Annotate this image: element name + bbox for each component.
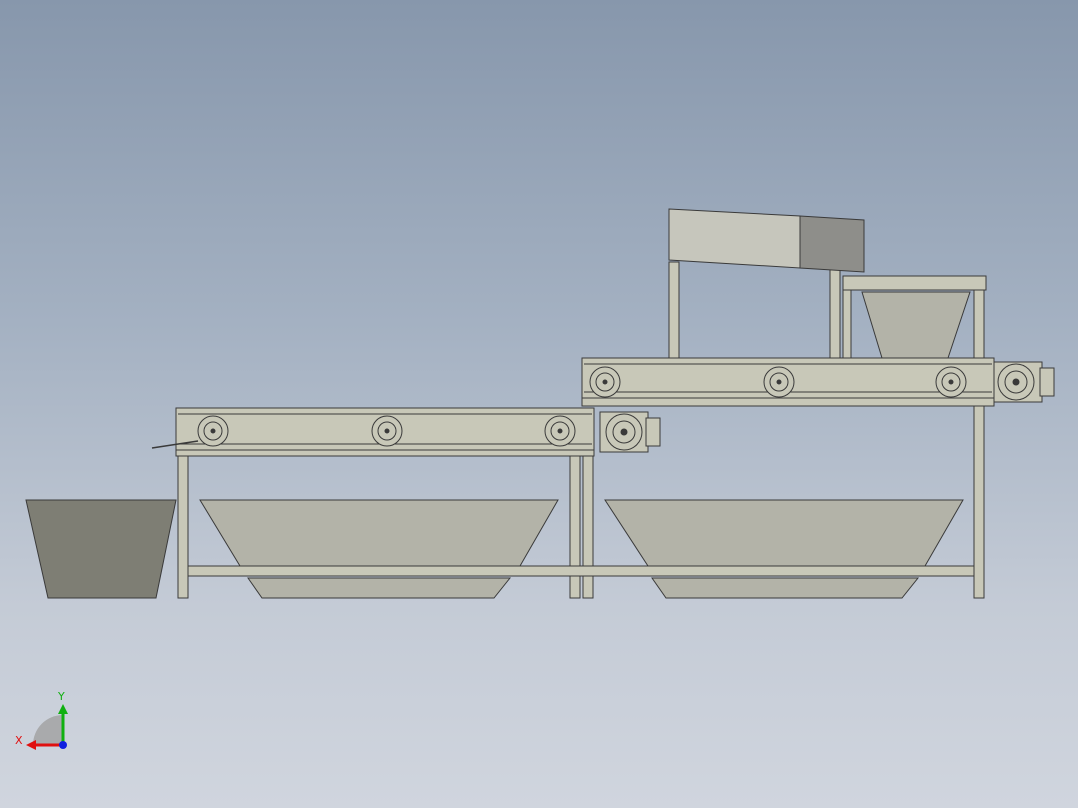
feed-hopper <box>842 275 987 359</box>
lower-frame-crossbar <box>187 565 983 577</box>
inclined-feeder-box <box>668 208 865 359</box>
z-axis-dot-icon <box>59 741 67 749</box>
feeder-support-post-left <box>668 261 680 359</box>
feeder-support-post-right <box>829 265 841 359</box>
lower-tray-left <box>199 499 559 599</box>
upper-frame-post <box>973 279 985 359</box>
lower-conveyor-motor <box>599 411 661 453</box>
y-axis-arrow-icon <box>58 704 68 714</box>
roller <box>763 366 795 398</box>
roller <box>544 415 576 447</box>
upper-conveyor-motor <box>993 361 1055 403</box>
lower-frame-leg-mid <box>569 455 581 599</box>
cad-viewport[interactable]: Y X <box>0 0 1078 808</box>
y-axis-label: Y <box>57 690 65 703</box>
upper-frame-leg-right <box>973 405 985 599</box>
lower-frame-leg-left <box>177 455 189 599</box>
coordinate-triad: Y X <box>15 690 68 750</box>
lower-tray-right <box>604 499 964 599</box>
roller <box>935 366 967 398</box>
assembly-drawing: Y X <box>15 208 1055 750</box>
roller <box>371 415 403 447</box>
left-collection-bin <box>25 499 177 599</box>
x-axis-arrow-icon <box>26 740 36 750</box>
lower-frame-leg-right <box>582 455 594 599</box>
roller <box>589 366 621 398</box>
x-axis-label: X <box>15 734 23 747</box>
roller <box>197 415 229 447</box>
